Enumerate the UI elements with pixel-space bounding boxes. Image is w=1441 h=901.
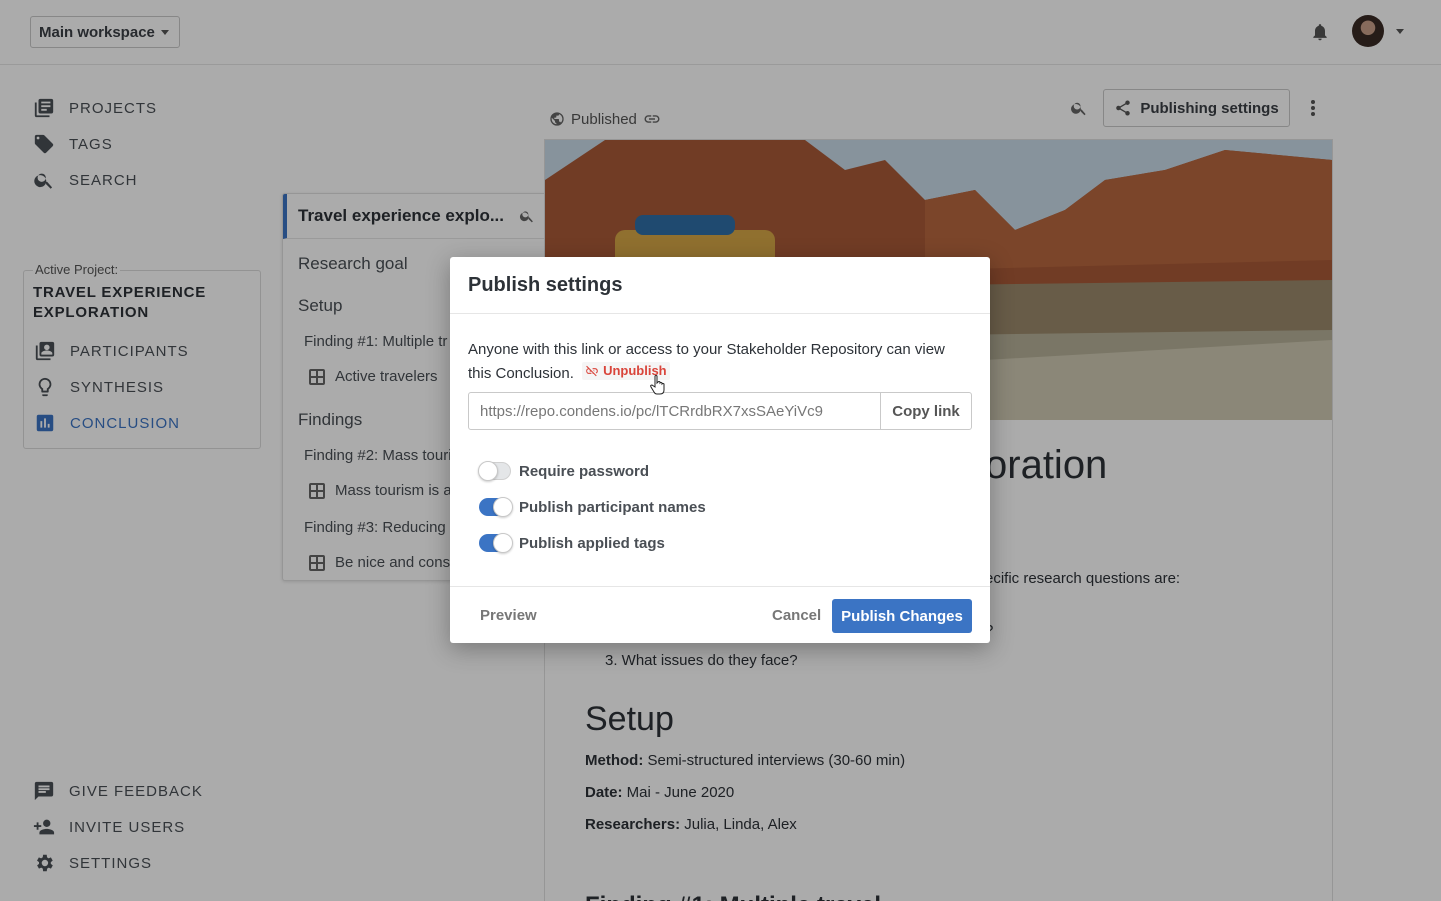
- share-link-input[interactable]: [469, 393, 880, 429]
- dialog-description: Anyone with this link or access to your …: [468, 338, 968, 386]
- participant-names-toggle-row[interactable]: Publish participant names: [479, 497, 706, 517]
- link-off-icon: [586, 365, 598, 377]
- require-password-toggle-row[interactable]: Require password: [478, 461, 650, 481]
- cancel-button[interactable]: Cancel: [772, 607, 821, 624]
- share-link-row: Copy link: [468, 392, 972, 430]
- require-password-toggle[interactable]: [478, 461, 511, 481]
- toggle-label: Require password: [519, 462, 650, 480]
- toggle-label: Publish participant names: [519, 498, 706, 516]
- dialog-title: Publish settings: [450, 257, 990, 314]
- applied-tags-toggle-row[interactable]: Publish applied tags: [479, 533, 665, 553]
- dialog-footer: Preview Cancel Publish Changes: [450, 586, 990, 643]
- pointer-cursor-icon: [650, 375, 665, 395]
- publish-changes-button[interactable]: Publish Changes: [832, 599, 972, 633]
- preview-button[interactable]: Preview: [480, 607, 537, 624]
- toggle-label: Publish applied tags: [519, 534, 665, 552]
- copy-link-button[interactable]: Copy link: [880, 393, 971, 429]
- publish-settings-dialog: Publish settings Anyone with this link o…: [450, 257, 990, 643]
- applied-tags-toggle[interactable]: [479, 533, 513, 553]
- description-text: Anyone with this link or access to your …: [468, 341, 945, 382]
- participant-names-toggle[interactable]: [479, 497, 513, 517]
